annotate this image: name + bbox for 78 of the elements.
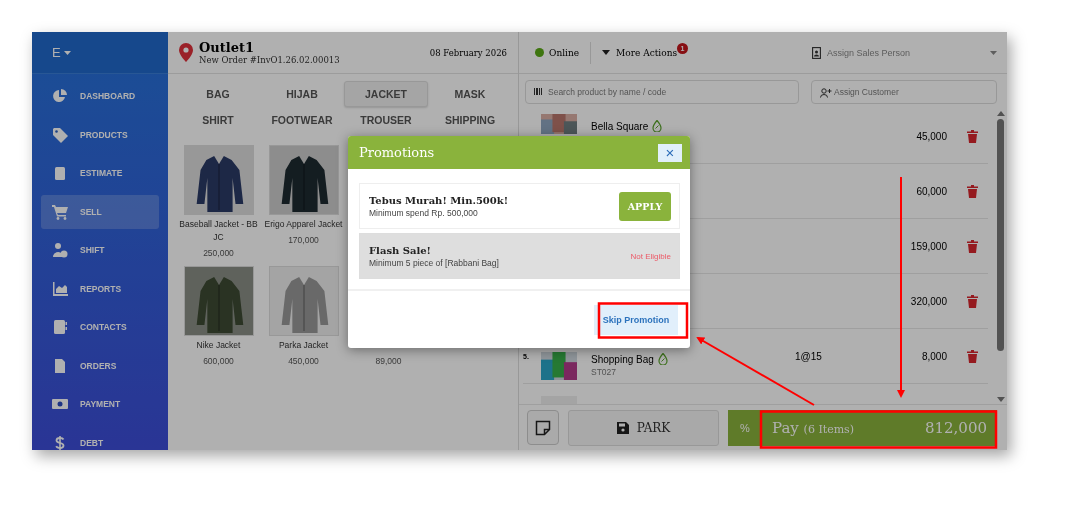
- trash-icon[interactable]: [967, 239, 978, 253]
- discount-button[interactable]: %: [728, 409, 762, 446]
- pie-chart-icon: [52, 88, 68, 104]
- promotion-detail: Minimum spend Rp. 500,000: [369, 207, 479, 218]
- product-price: 170,000: [288, 235, 319, 245]
- category-tab[interactable]: HIJAB: [260, 81, 344, 107]
- trash-icon[interactable]: [967, 294, 978, 308]
- location-pin-icon: [179, 43, 193, 62]
- sidebar-item[interactable]: REPORTS: [41, 271, 159, 306]
- item-name: Shopping Bag: [591, 353, 654, 365]
- item-quantity: 1@15: [795, 350, 823, 362]
- item-price: 60,000: [915, 185, 947, 197]
- apply-button[interactable]: APPLY: [619, 191, 671, 221]
- status-label: Online: [549, 47, 580, 58]
- category-tab[interactable]: TROUSER: [344, 107, 428, 133]
- category-tab[interactable]: MASK: [428, 81, 512, 107]
- sidebar-item[interactable]: SHIFT: [41, 233, 159, 267]
- chart-icon: [52, 280, 68, 297]
- document-icon: [52, 357, 68, 374]
- category-tab[interactable]: BAG: [176, 81, 260, 107]
- more-actions-button[interactable]: More Actions: [602, 47, 678, 58]
- sidebar-item[interactable]: ESTIMATE: [41, 156, 159, 190]
- item-price: 8,000: [920, 350, 947, 362]
- category-tab[interactable]: SHIPPING: [428, 107, 512, 133]
- product-price: 89,000: [375, 356, 402, 366]
- item-price: 45,000: [915, 130, 947, 142]
- contact-card-icon: [52, 319, 68, 335]
- product-name: Erigo Apparel Jacket: [263, 218, 344, 231]
- order-date: 08 February 2026: [429, 47, 507, 58]
- item-price: 159,000: [909, 240, 947, 252]
- product-price: 250,000: [203, 248, 234, 258]
- sidebar-item[interactable]: PAYMENT: [41, 387, 159, 421]
- close-button[interactable]: ×: [658, 143, 682, 162]
- sidebar-item[interactable]: DEBT: [41, 425, 159, 450]
- note-button[interactable]: [527, 410, 559, 445]
- caret-icon: [602, 50, 611, 55]
- product-name: Parka Jacket: [277, 339, 330, 352]
- category-tab[interactable]: SHIRT: [176, 107, 260, 133]
- cart-icon: [52, 203, 68, 220]
- item-name: Bella Square: [591, 120, 649, 132]
- promotion-title: Flash Sale!: [369, 244, 432, 256]
- search-field[interactable]: Search product by name / code: [525, 80, 799, 104]
- brand-menu[interactable]: E: [52, 45, 61, 60]
- note-icon: [535, 419, 551, 436]
- dialog-title: Promotions: [359, 145, 435, 160]
- category-tab[interactable]: FOOTWEAR: [260, 107, 344, 133]
- item-code: ST027: [591, 367, 618, 377]
- product-price: 600,000: [203, 356, 234, 366]
- sales-person-dropdown[interactable]: Assign Sales Person: [812, 46, 997, 59]
- leaf-icon: [652, 120, 663, 132]
- sidebar-item[interactable]: PRODUCTS: [41, 117, 159, 152]
- outlet-name: Outlet1: [199, 40, 256, 55]
- save-icon: [616, 421, 629, 434]
- product-name: Nike Jacket: [195, 339, 242, 352]
- trash-icon[interactable]: [967, 349, 978, 363]
- trash-icon[interactable]: [967, 129, 978, 143]
- product-name: Baseball Jacket - BB JC: [178, 218, 259, 244]
- customer-field[interactable]: Assign Customer: [811, 80, 997, 104]
- caret-icon: [63, 50, 71, 55]
- sidebar-item[interactable]: CONTACTS: [41, 310, 159, 344]
- promotion-title: Tebus Murah! Min.500k!: [369, 194, 509, 206]
- product-price: 450,000: [288, 356, 319, 366]
- item-price: 320,000: [909, 295, 947, 307]
- trash-icon[interactable]: [967, 184, 978, 198]
- banknote-icon: [52, 396, 68, 412]
- category-tab[interactable]: JACKET: [344, 81, 428, 107]
- order-number: New Order #InvO1.26.02.00013: [199, 55, 341, 65]
- tag-icon: [52, 126, 68, 143]
- skip-promotion-button[interactable]: Skip Promotion: [594, 304, 678, 335]
- id-badge-icon: [812, 46, 821, 59]
- sidebar-item[interactable]: ORDERS: [41, 348, 159, 383]
- park-button[interactable]: PARK: [568, 409, 719, 446]
- sidebar-item[interactable]: DASHBOARD: [41, 79, 159, 113]
- caret-icon: [990, 50, 997, 55]
- leaf-icon: [657, 353, 668, 365]
- ineligible-label: Not Eligible: [630, 251, 671, 261]
- user-clock-icon: [52, 242, 68, 258]
- promotion-detail: Minimum 5 piece of [Rabbani Bag]: [369, 257, 499, 268]
